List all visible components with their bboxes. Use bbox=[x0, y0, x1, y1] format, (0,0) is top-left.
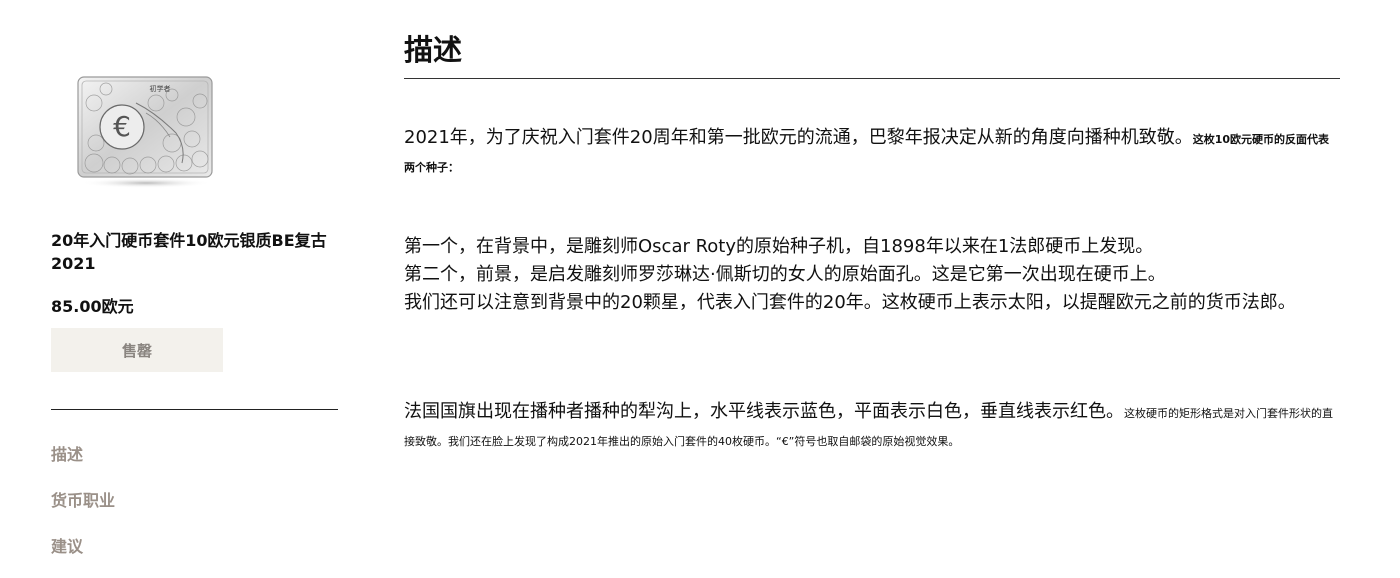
paragraph-2-line-1: 第一个，在背景中，是雕刻师Oscar Roty的原始种子机，自1898年以来在1… bbox=[404, 236, 1154, 257]
product-title: 20年入门硬币套件10欧元银质BE复古2021 bbox=[51, 231, 327, 273]
title-divider bbox=[404, 78, 1340, 79]
product-page: € 初学者 20年入门硬币套件10欧元银质BE复古2021 85.00欧元 售罄… bbox=[0, 0, 1400, 578]
paragraph-1-text: 2021年，为了庆祝入门套件20周年和第一批欧元的流通，巴黎年报决定从新的角度向… bbox=[404, 127, 1193, 148]
description-paragraph-3: 法国国旗出现在播种者播种的犁沟上，水平线表示蓝色，平面表示白色，垂直线表示红色。… bbox=[404, 398, 1340, 456]
sidebar-item-currency-profession[interactable]: 货币职业 bbox=[51, 489, 115, 535]
svg-text:€: € bbox=[113, 110, 131, 143]
sidebar-divider bbox=[51, 409, 338, 410]
paragraph-2-line-3: 我们还可以注意到背景中的20颗星，代表入门套件的20年。这枚硬币上表示太阳，以提… bbox=[404, 292, 1296, 313]
coin-image-icon: € 初学者 bbox=[77, 76, 213, 188]
sold-out-button[interactable]: 售罄 bbox=[51, 328, 223, 372]
description-paragraph-2: 第一个，在背景中，是雕刻师Oscar Roty的原始种子机，自1898年以来在1… bbox=[404, 233, 1340, 317]
sidebar-item-advice[interactable]: 建议 bbox=[51, 535, 115, 578]
svg-text:初学者: 初学者 bbox=[150, 84, 171, 93]
description-paragraph-1: 2021年，为了庆祝入门套件20周年和第一批欧元的流通，巴黎年报决定从新的角度向… bbox=[404, 124, 1340, 182]
page-title: 描述 bbox=[404, 33, 463, 67]
product-image[interactable]: € 初学者 bbox=[76, 73, 216, 189]
sidebar-item-description[interactable]: 描述 bbox=[51, 443, 115, 489]
product-price: 85.00欧元 bbox=[51, 297, 134, 316]
paragraph-3-text: 法国国旗出现在播种者播种的犁沟上，水平线表示蓝色，平面表示白色，垂直线表示红色。 bbox=[404, 401, 1124, 422]
paragraph-2-line-2: 第二个，前景，是启发雕刻师罗莎琳达·佩斯切的女人的原始面孔。这是它第一次出现在硬… bbox=[404, 264, 1166, 285]
sidebar-nav: 描述 货币职业 建议 bbox=[51, 443, 115, 578]
